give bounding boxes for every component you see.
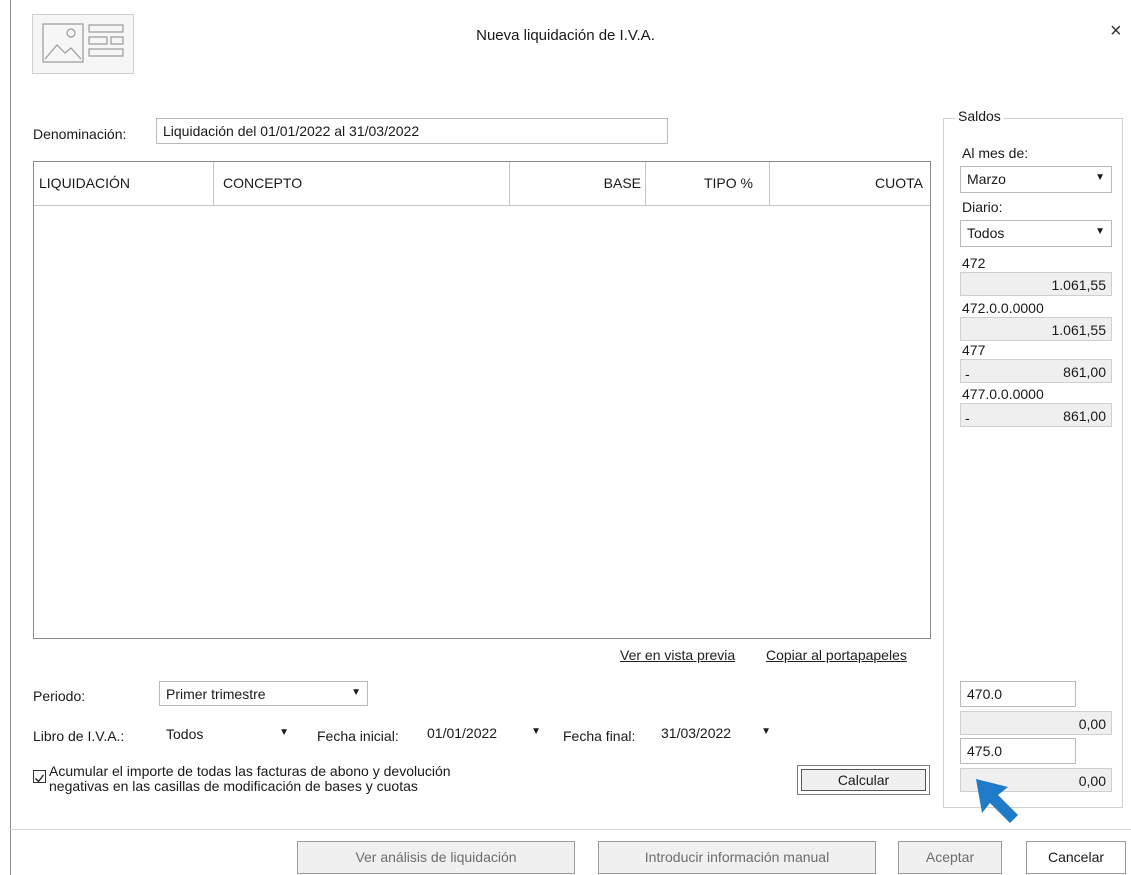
fecha-final-label: Fecha final: [563, 728, 636, 744]
account-balance: - 861,00 [960, 359, 1112, 383]
periodo-label: Periodo: [33, 688, 86, 704]
saldos-title: Saldos [955, 108, 1004, 124]
acumular-checkbox[interactable] [33, 770, 46, 783]
balance-sign: - [965, 410, 970, 426]
chevron-down-icon: ▼ [531, 726, 541, 737]
window-title: Nueva liquidación de I.V.A. [476, 27, 655, 44]
chevron-down-icon: ▼ [1095, 226, 1105, 237]
account-name: 477.0.0.0000 [962, 386, 1044, 402]
libro-select[interactable]: Todos ▼ [159, 721, 296, 746]
mes-label: Al mes de: [962, 145, 1029, 161]
acumular-label: Acumular el importe de todas las factura… [49, 764, 451, 794]
denominacion-input[interactable]: Liquidación del 01/01/2022 al 31/03/2022 [156, 118, 668, 144]
diario-value: Todos [967, 225, 1005, 241]
introducir-manual-button[interactable]: Introducir información manual [598, 841, 876, 874]
fecha-inicial-label: Fecha inicial: [317, 728, 399, 744]
col-tipo[interactable]: TIPO % [646, 162, 770, 205]
liquidation-table[interactable]: LIQUIDACIÓN CONCEPTO BASE TIPO % CUOTA [33, 161, 931, 639]
account-balance: 1.061,55 [960, 317, 1112, 341]
col-liquidacion[interactable]: LIQUIDACIÓN [34, 162, 214, 205]
periodo-select[interactable]: Primer trimestre ▼ [159, 681, 368, 706]
ver-analisis-button[interactable]: Ver análisis de liquidación [297, 841, 575, 874]
cancelar-button[interactable]: Cancelar [1026, 841, 1126, 874]
copy-clipboard-link[interactable]: Copiar al portapapeles [766, 647, 907, 663]
calcular-button[interactable]: Calcular [797, 765, 930, 795]
report-placeholder-icon [32, 14, 134, 74]
balance-value: 861,00 [1063, 408, 1106, 424]
checkmark-icon [35, 774, 45, 783]
preview-link[interactable]: Ver en vista previa [620, 647, 735, 663]
table-header: LIQUIDACIÓN CONCEPTO BASE TIPO % CUOTA [34, 162, 930, 206]
footer-divider [10, 829, 1131, 830]
account-name: 477 [962, 342, 986, 358]
libro-label: Libro de I.V.A.: [33, 728, 125, 744]
account-balance: - 861,00 [960, 403, 1112, 427]
calcular-label: Calcular [801, 769, 926, 791]
fecha-inicial-picker[interactable]: 01/01/2022 ▼ [420, 720, 548, 745]
acumular-line1: Acumular el importe de todas las factura… [49, 763, 451, 779]
pointer-arrow-icon [976, 779, 1018, 823]
col-cuota[interactable]: CUOTA [770, 162, 930, 205]
account-name: 472.0.0.0000 [962, 300, 1044, 316]
account-name: 472 [962, 255, 986, 271]
cuenta-470-input[interactable]: 470.0 [960, 681, 1076, 707]
mes-select[interactable]: Marzo ▼ [960, 166, 1112, 193]
chevron-down-icon: ▼ [351, 687, 361, 698]
fecha-inicial-value: 01/01/2022 [427, 725, 498, 741]
cuenta-475-input[interactable]: 475.0 [960, 738, 1076, 764]
account-balance: 1.061,55 [960, 272, 1112, 296]
diario-select[interactable]: Todos ▼ [960, 220, 1112, 247]
libro-value: Todos [166, 726, 204, 742]
balance-value: 0,00 [1078, 716, 1106, 732]
chevron-down-icon: ▼ [1095, 172, 1105, 183]
balance-value: 0,00 [1078, 773, 1106, 789]
acumular-line2: negativas en las casillas de modificació… [49, 778, 418, 794]
periodo-value: Primer trimestre [166, 686, 266, 702]
cuenta-470-balance: 0,00 [960, 711, 1112, 735]
aceptar-button[interactable]: Aceptar [898, 841, 1002, 874]
chevron-down-icon: ▼ [279, 727, 289, 738]
window-border [10, 0, 11, 875]
fecha-final-value: 31/03/2022 [661, 725, 732, 741]
col-base[interactable]: BASE [510, 162, 646, 205]
fecha-final-picker[interactable]: 31/03/2022 ▼ [654, 720, 778, 745]
balance-value: 1.061,55 [1051, 277, 1107, 293]
chevron-down-icon: ▼ [761, 726, 771, 737]
denominacion-label: Denominación: [33, 126, 127, 142]
balance-value: 861,00 [1063, 364, 1106, 380]
balance-sign: - [965, 366, 970, 382]
col-concepto[interactable]: CONCEPTO [214, 162, 510, 205]
close-icon[interactable]: × [1110, 20, 1122, 43]
balance-value: 1.061,55 [1051, 322, 1107, 338]
diario-label: Diario: [962, 199, 1003, 215]
mes-value: Marzo [967, 171, 1006, 187]
